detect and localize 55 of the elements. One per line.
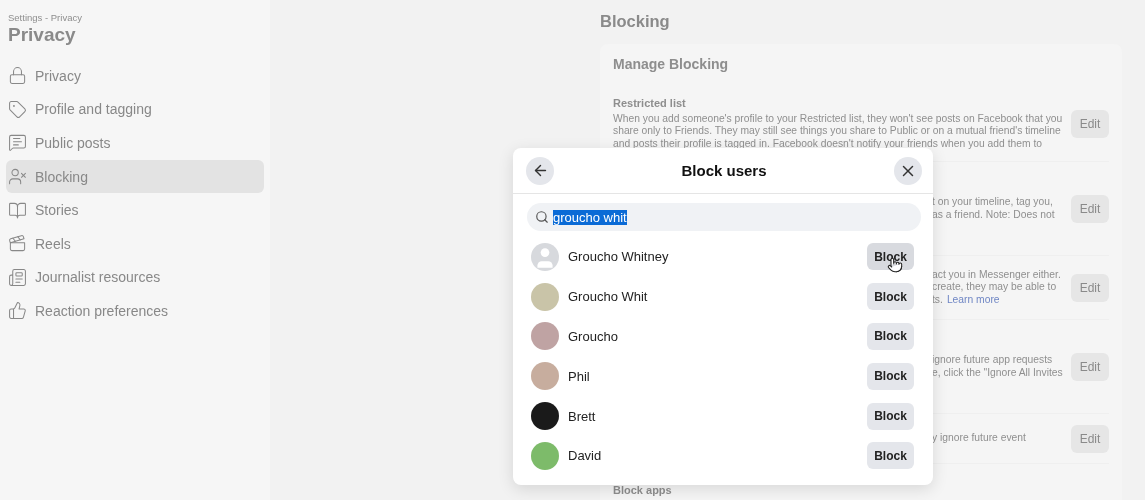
speech-bubble-icon xyxy=(8,133,27,153)
newspaper-icon xyxy=(8,267,27,287)
thumbs-up-icon xyxy=(8,301,27,321)
section-title: Restricted list xyxy=(613,96,687,109)
sidebar-item[interactable]: Stories xyxy=(6,193,264,227)
block-button[interactable]: Block xyxy=(867,362,914,390)
learn-more-link[interactable]: Learn more xyxy=(946,293,1000,305)
section-text: ts. xyxy=(932,293,943,305)
block-button[interactable]: Block xyxy=(867,283,914,311)
clapperboard-icon xyxy=(8,234,27,254)
person-icon xyxy=(8,167,27,187)
avatar-silhouette xyxy=(531,242,559,271)
block-button[interactable]: Block xyxy=(867,243,914,271)
block-button[interactable]: Block xyxy=(867,442,914,470)
edit-button[interactable]: Edit xyxy=(1071,273,1109,302)
sidebar-item[interactable]: Privacy xyxy=(6,59,264,93)
block-button[interactable]: Block xyxy=(867,402,914,430)
card-title: Manage Blocking xyxy=(613,56,730,74)
sidebar-title: Privacy xyxy=(8,24,77,46)
section-title: Block apps xyxy=(613,484,673,496)
edit-button[interactable]: Edit xyxy=(1071,194,1109,223)
section-text: create, they may be able to xyxy=(932,281,1057,293)
section-text: ignore future app requests xyxy=(932,354,1053,365)
search-field[interactable]: groucho whit xyxy=(527,203,921,231)
sidebar-item[interactable]: Journalist resources xyxy=(6,260,264,295)
dialog-title: Block users xyxy=(681,162,767,179)
user-name: David xyxy=(568,448,602,464)
sidebar-item[interactable]: Reaction preferences xyxy=(6,294,264,328)
breadcrumb: Settings - Privacy xyxy=(7,12,83,23)
block-button[interactable]: Block xyxy=(867,323,914,350)
close-button[interactable] xyxy=(894,156,922,185)
user-name: Brett xyxy=(568,408,596,424)
tag-icon xyxy=(8,99,27,119)
user-name: Groucho Whitney xyxy=(568,249,669,265)
edit-button[interactable]: Edit xyxy=(1071,352,1109,381)
sidebar-item[interactable]: Blocking xyxy=(6,159,264,194)
edit-button[interactable]: Edit xyxy=(1071,424,1109,453)
book-icon xyxy=(8,200,27,220)
lock-icon xyxy=(8,66,27,86)
user-name: Groucho Whit xyxy=(568,289,648,305)
sidebar-item[interactable]: Profile and tagging xyxy=(6,92,264,127)
edit-button[interactable]: Edit xyxy=(1071,109,1109,138)
section-text: share only to Friends. They may still see things you share to Public or on a mutual friend's timeline xyxy=(613,125,1061,137)
section-text: as a friend. Note: Does not xyxy=(932,208,1055,220)
sidebar-item[interactable]: Public posts xyxy=(6,126,264,160)
section-text: When you add someone's profile to your Restricted list, they won't see posts on Facebook that you xyxy=(613,112,1063,124)
section-text: act you in Messenger either. xyxy=(932,268,1061,280)
user-name: Groucho xyxy=(568,329,618,344)
search-value: groucho whit xyxy=(553,209,627,225)
section-text: e, click the "Ignore All Invites xyxy=(932,366,1063,378)
sidebar-item[interactable]: Reels xyxy=(6,226,264,261)
user-name: Phil xyxy=(568,368,590,384)
page-heading: Blocking xyxy=(600,12,671,32)
search-icon xyxy=(535,210,549,224)
back-button[interactable] xyxy=(526,156,554,185)
